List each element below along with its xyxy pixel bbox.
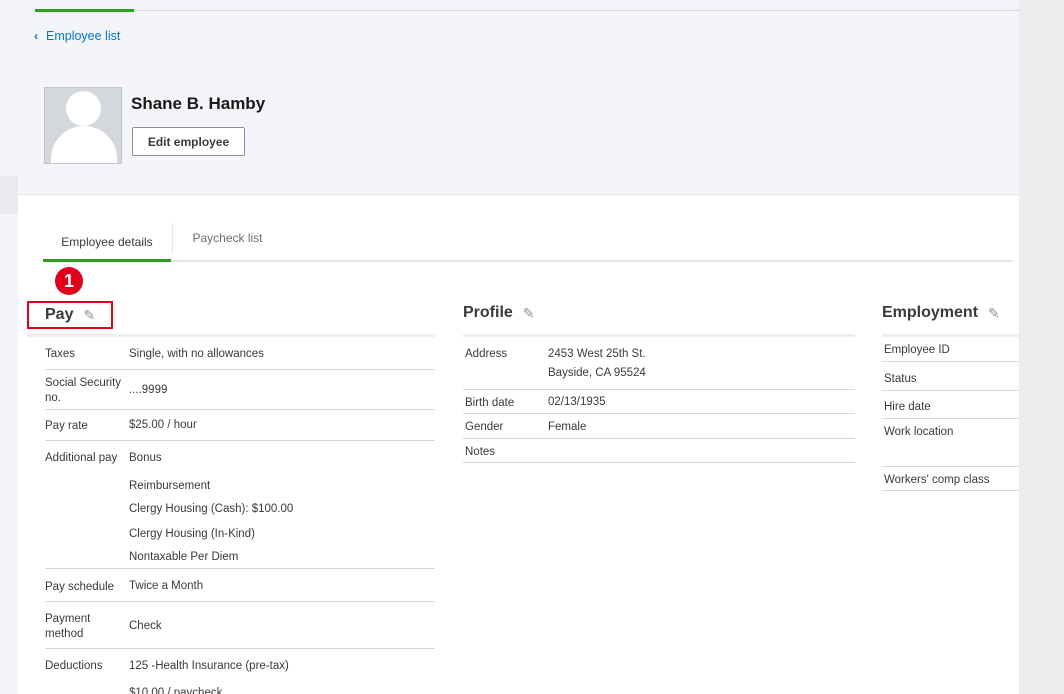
pay-deductions-value: 125 -Health Insurance (pre-tax) [129,660,289,672]
row-divider [45,648,435,649]
avatar [44,87,122,164]
tab-paycheck-list[interactable]: Paycheck list [172,223,282,253]
pay-deductions-amount: $10.00 / paycheck [129,687,223,694]
row-divider [882,490,1019,491]
employment-title-text: Employment [882,304,979,321]
profile-address-line2: Bayside, CA 95524 [548,367,646,379]
pencil-icon[interactable]: ✎ [988,305,1000,322]
pay-rate-label: Pay rate [45,420,88,432]
pencil-icon[interactable]: ✎ [523,305,535,322]
employment-section-rule [882,334,1019,337]
pay-schedule-label: Pay schedule [45,581,115,593]
breadcrumb[interactable]: ‹ Employee list [34,29,120,43]
employment-hire-date-label: Hire date [884,401,931,413]
top-tab-active-indicator [35,9,134,12]
pay-method-value: Check [129,620,162,632]
employee-name: Shane B. Hamby [131,94,266,113]
pay-method-label: Payment method [45,613,91,640]
pay-section-title[interactable]: Pay ✎ [27,301,113,329]
profile-notes-label: Notes [465,446,496,458]
profile-section-title[interactable]: Profile ✎ [463,304,535,322]
edit-employee-button[interactable]: Edit employee [132,127,245,156]
row-divider [882,418,1019,419]
back-to-employee-list-link[interactable]: Employee list [46,29,120,43]
tab-active-indicator [43,259,171,262]
tabs-baseline [43,260,1013,262]
row-divider [45,409,435,410]
tab-employee-details[interactable]: Employee details [43,221,171,262]
row-divider [45,601,435,602]
pay-additional-value-bonus: Bonus [129,452,162,464]
pay-additional-value-reimbursement: Reimbursement [129,480,211,492]
profile-section-rule [463,334,855,337]
pay-taxes-label: Taxes [45,348,76,360]
tab-paycheck-list-label: Paycheck list [192,231,263,245]
top-tabs-divider [35,10,1019,11]
pay-section-rule [27,334,435,337]
profile-birth-date-label: Birth date [465,397,515,409]
pay-additional-value-clergy-cash: Clergy Housing (Cash): $100.00 [129,503,294,515]
profile-address-line1: 2453 West 25th St. [548,348,646,360]
pencil-icon[interactable]: ✎ [83,307,95,324]
pay-ssn-label: Social Security no. [45,377,122,404]
pay-ssn-value: ....9999 [129,384,168,396]
pay-schedule-value: Twice a Month [129,580,204,592]
employment-workers-comp-label: Workers' comp class [884,474,990,486]
row-divider [463,413,855,414]
avatar-body [51,126,117,163]
chevron-left-icon: ‹ [34,29,38,43]
avatar-head [66,91,101,126]
pay-deductions-label: Deductions [45,660,103,672]
profile-gender-value: Female [548,421,587,433]
employment-work-location-label: Work location [884,426,954,438]
row-divider [45,568,435,569]
main-panel: ‹ Employee list Shane B. Hamby Edit empl… [18,0,1019,694]
tab-employee-details-label: Employee details [61,234,153,249]
profile-gender-label: Gender [465,421,504,433]
profile-birth-date-value: 02/13/1935 [548,396,606,408]
employee-header: ‹ Employee list Shane B. Hamby Edit empl… [18,0,1019,195]
row-divider [882,466,1019,467]
pay-title-text: Pay [45,306,74,323]
pay-additional-value-per-diem: Nontaxable Per Diem [129,551,239,563]
row-divider [463,438,855,439]
details-tabs: Employee details Paycheck list [43,221,1013,262]
left-nav-strip [0,0,18,694]
scrollbar[interactable] [1046,0,1064,694]
pay-additional-label: Additional pay [45,452,118,464]
profile-title-text: Profile [463,304,513,321]
row-divider [45,369,435,370]
pay-additional-value-clergy-inkind: Clergy Housing (In-Kind) [129,528,255,540]
row-divider [45,440,435,441]
row-divider [882,390,1019,391]
pay-rate-value: $25.00 / hour [129,419,197,431]
pay-taxes-value: Single, with no allowances [129,348,264,360]
row-divider [463,389,855,390]
employment-status-label: Status [884,373,917,385]
employment-employee-id-label: Employee ID [884,344,950,356]
profile-address-label: Address [465,348,508,360]
row-divider [882,361,1019,362]
callout-badge: 1 [55,267,83,295]
employment-section-title[interactable]: Employment ✎ [882,304,1000,322]
row-divider [463,462,855,463]
left-nav-active-item[interactable] [0,176,18,214]
